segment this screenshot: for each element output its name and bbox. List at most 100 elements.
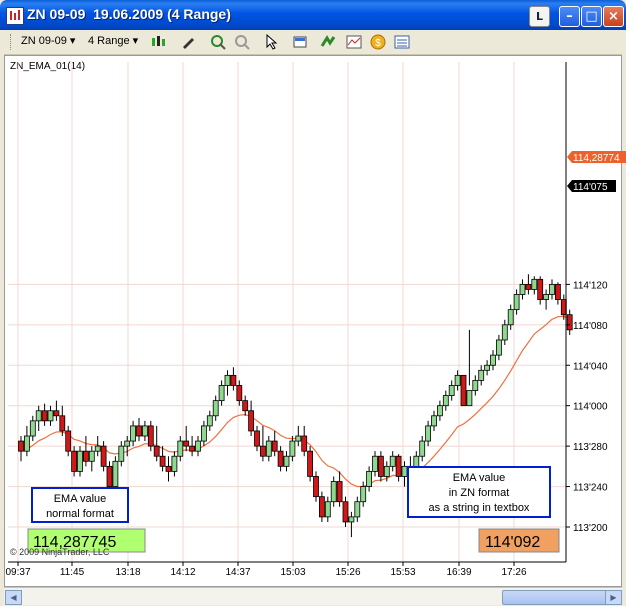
scroll-left-arrow[interactable]: ◀	[5, 590, 22, 605]
candle-body-up	[490, 354, 496, 366]
candle-body-up	[389, 455, 396, 467]
candle	[212, 395, 219, 421]
candle-body-down	[307, 450, 314, 477]
candle-body-down	[395, 455, 402, 477]
scrollbar-thumb[interactable]	[502, 590, 608, 605]
candle	[259, 425, 266, 462]
candle-body-up	[431, 415, 437, 427]
y-tick-label: 114'040	[573, 361, 608, 372]
candle-body-up	[283, 455, 290, 467]
candle	[53, 400, 60, 421]
y-tick-label: 114'120	[573, 280, 608, 291]
time-axis: 09:37 11:45 13:18 14:12 14:37 15:03 15:26 15:53…	[5, 561, 566, 578]
candle	[124, 436, 131, 457]
candle-body-down	[277, 450, 284, 467]
candle-body-down	[189, 445, 196, 452]
candle-body-down	[83, 450, 89, 462]
candle-body-down	[71, 450, 77, 472]
candle	[183, 425, 190, 452]
scroll-right-arrow[interactable]: ▶	[605, 590, 622, 605]
candle	[372, 451, 378, 477]
candle	[88, 446, 95, 472]
candle	[289, 436, 296, 462]
candle	[218, 380, 225, 406]
candle-body-up	[549, 283, 555, 295]
candle-body-down	[301, 435, 308, 452]
x-tick-label: 09:37	[5, 567, 30, 578]
x-tick-label: 15:03	[280, 567, 305, 578]
candle-body-down	[53, 410, 60, 417]
candle-body-up	[495, 339, 502, 356]
candle	[189, 436, 196, 457]
candle	[200, 420, 207, 447]
candle	[283, 451, 290, 472]
candle-body-up	[265, 440, 272, 457]
candle	[41, 403, 48, 426]
candle-body-up	[324, 501, 331, 518]
candle	[436, 400, 443, 421]
candle	[478, 365, 485, 386]
candle	[318, 491, 325, 522]
candle-body-up	[383, 465, 390, 477]
candle-body-up	[218, 385, 225, 402]
candle-body-down	[153, 445, 160, 457]
candle	[177, 436, 184, 462]
candle	[513, 289, 520, 315]
candle-body-up	[94, 445, 101, 452]
candle	[377, 451, 384, 482]
candle	[460, 374, 467, 407]
right-value-box: 114'092	[478, 528, 560, 553]
candle	[342, 496, 349, 527]
candle-body-up	[29, 420, 36, 437]
candle-body-up	[436, 405, 443, 417]
candle-body-up	[112, 460, 119, 487]
candle-body-down	[259, 445, 266, 457]
candle	[442, 390, 449, 411]
candle-body-down	[248, 410, 255, 432]
candle-body-down	[254, 430, 260, 447]
candle	[501, 319, 508, 346]
candle	[112, 456, 119, 492]
candle-body-up	[289, 440, 296, 457]
candle-body-down	[230, 374, 237, 386]
y-tick-label: 114'080	[573, 321, 608, 332]
candle	[301, 425, 308, 457]
candle	[324, 496, 331, 522]
candle-body-down	[59, 415, 66, 432]
horizontal-scrollbar[interactable]: ◀ ▶	[4, 587, 622, 605]
x-tick-label: 17:26	[501, 567, 526, 578]
candle-body-down	[65, 430, 72, 452]
candle-body-up	[171, 455, 178, 472]
candle	[77, 446, 83, 477]
candle	[566, 309, 573, 335]
candle-body-up	[295, 435, 302, 442]
candle	[206, 410, 213, 431]
x-tick-label: 11:45	[60, 567, 85, 578]
candle-body-up	[419, 440, 426, 457]
candle-body-up	[130, 425, 137, 442]
candle	[419, 436, 426, 462]
candle-body-up	[330, 481, 337, 503]
candle	[165, 456, 172, 482]
candle-body-down	[147, 425, 154, 447]
right-annotation-box: EMA value in ZN format as a string in te…	[407, 466, 551, 518]
x-tick-label: 14:37	[225, 567, 250, 578]
ema-price-marker: 114,28774	[567, 151, 626, 164]
candle	[171, 451, 178, 477]
candle	[519, 279, 526, 300]
candle	[147, 420, 154, 452]
candle	[118, 441, 125, 467]
candle-body-down	[377, 455, 384, 477]
candle	[366, 466, 373, 492]
candle	[47, 405, 54, 426]
candle	[531, 276, 538, 295]
candle-body-up	[372, 455, 378, 472]
last-price-marker: 114'075	[567, 180, 616, 193]
candle-body-up	[195, 440, 201, 452]
price-axis: 114'120 114'080 114'040 114'000 113'280 113'2…	[565, 62, 608, 562]
right-box-line-3: as a string in textbox	[429, 502, 530, 514]
left-box-line-2: normal format	[46, 508, 114, 520]
candle-body-down	[106, 465, 113, 487]
candle-body-up	[35, 410, 42, 422]
price-chart[interactable]: 114'120 114'080 114'040 114'000 113'280 113'2…	[0, 0, 626, 606]
